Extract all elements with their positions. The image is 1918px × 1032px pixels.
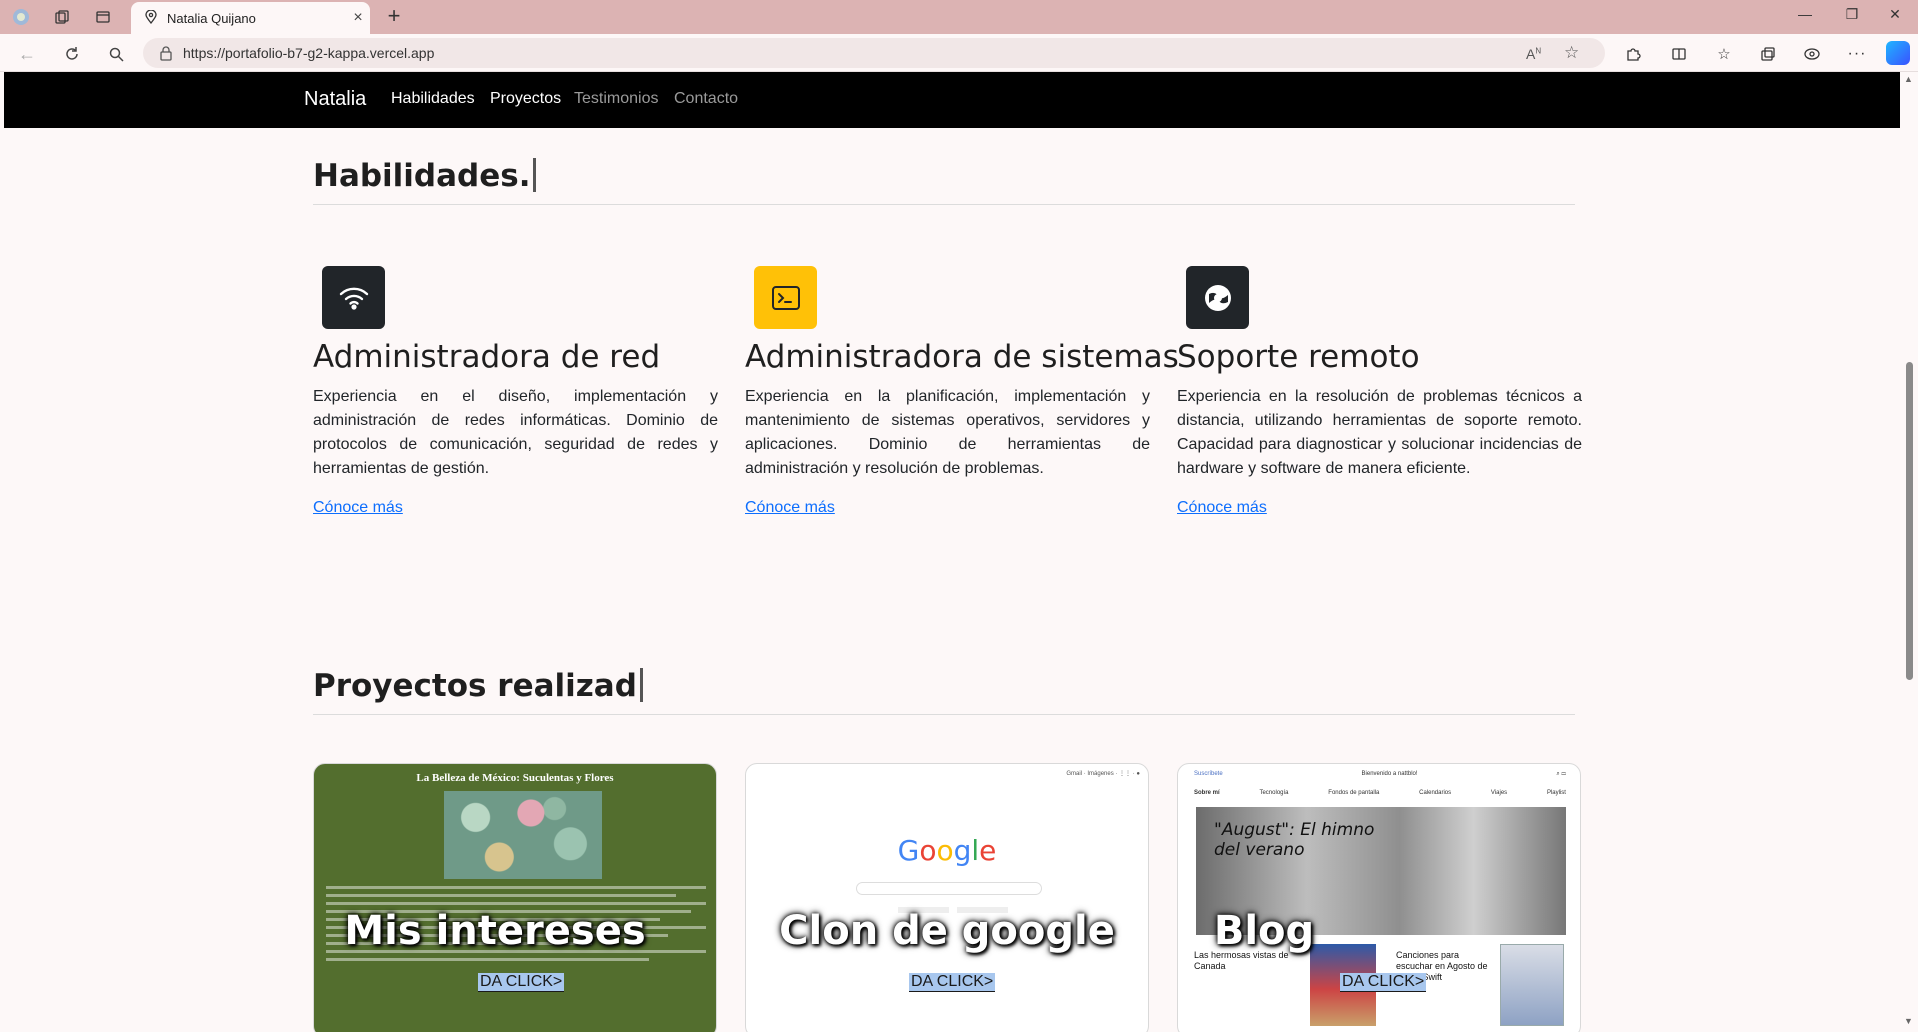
preview-title: "August": El himno del verano: [1214, 820, 1375, 860]
nav-link-contacto[interactable]: Contacto: [674, 90, 738, 108]
read-aloud-icon[interactable]: AN: [1526, 46, 1541, 62]
nav-link-habilidades[interactable]: Habilidades: [391, 90, 475, 108]
globe-remote-icon: [1186, 266, 1249, 329]
nav-link-testimonios[interactable]: Testimonios: [574, 90, 658, 108]
page-viewport: Natalia Habilidades Proyectos Testimonio…: [4, 72, 1900, 1032]
split-screen-icon[interactable]: [1668, 43, 1690, 65]
project-card-google[interactable]: Gmail · Imágenes · ⋮⋮ · ● Google Clon de…: [745, 763, 1149, 1032]
skill-description: Experiencia en la planificación, impleme…: [745, 388, 1150, 477]
refresh-icon[interactable]: [61, 43, 83, 65]
tab-close-icon[interactable]: ×: [346, 9, 370, 27]
url-text: https://portafolio-b7-g2-kappa.vercel.ap…: [183, 45, 435, 61]
site-navbar: Natalia Habilidades Proyectos Testimonio…: [4, 72, 1900, 128]
learn-more-link[interactable]: Cónoce más: [313, 499, 403, 517]
projects-section-title: Proyectos realizad: [313, 668, 643, 704]
scroll-down-icon[interactable]: ▼: [1904, 1016, 1913, 1026]
skill-description: Experiencia en el diseño, implementación…: [313, 388, 718, 477]
project-card-blog[interactable]: Suscríbete Bienvenido a nattblo! ⌕ ▭ Sobre…: [1177, 763, 1581, 1032]
skill-title: Administradora de sistemas: [745, 339, 1179, 375]
new-tab-icon[interactable]: +: [382, 5, 406, 29]
minimize-icon[interactable]: —: [1782, 6, 1828, 28]
project-card-intereses[interactable]: La Belleza de México: Suculentas y Flore…: [313, 763, 717, 1032]
google-logo: Google: [897, 834, 997, 867]
back-icon[interactable]: ←: [16, 43, 38, 65]
skills-section-title: Habilidades.: [313, 158, 537, 194]
section-divider: [313, 714, 1575, 715]
skill-card-network: Administradora de red Experiencia en el …: [313, 266, 718, 517]
project-card-label: Clon de google: [779, 908, 1115, 954]
location-pin-icon: [145, 8, 157, 27]
browser-toolbar: ← https://portafolio-b7-g2-kappa.vercel.…: [0, 34, 1918, 72]
succulents-image: [444, 791, 602, 879]
preview-top-links: Gmail · Imágenes · ⋮⋮ · ●: [1066, 771, 1140, 777]
learn-more-link[interactable]: Cónoce más: [1177, 499, 1267, 517]
more-menu-icon[interactable]: ···: [1846, 43, 1868, 65]
copilot-icon[interactable]: [1886, 41, 1910, 65]
skill-title: Soporte remoto: [1177, 339, 1420, 375]
terminal-icon: [754, 266, 817, 329]
da-click-button[interactable]: DA CLICK>: [478, 973, 565, 992]
profile-icon[interactable]: [10, 7, 32, 27]
preview-search-box: [856, 882, 1042, 895]
favorite-star-icon[interactable]: ☆: [1564, 43, 1579, 63]
typing-caret: [639, 668, 643, 702]
scroll-thumb[interactable]: [1906, 362, 1913, 680]
page-scrollbar[interactable]: ▲ ▼: [1900, 72, 1918, 1032]
lock-icon[interactable]: [159, 45, 173, 64]
browser-essentials-icon[interactable]: [1801, 43, 1823, 65]
wifi-icon: [322, 266, 385, 329]
project-card-label: Mis intereses: [344, 908, 646, 954]
tab-actions-icon[interactable]: [92, 7, 114, 27]
restore-icon[interactable]: ❐: [1829, 6, 1875, 28]
close-window-icon[interactable]: ✕: [1872, 6, 1918, 28]
nav-link-proyectos[interactable]: Proyectos: [490, 90, 561, 108]
navbar-brand[interactable]: Natalia: [304, 88, 366, 111]
preview-blog-header: Suscríbete Bienvenido a nattblo! ⌕ ▭ Sobre…: [1194, 771, 1566, 796]
tab-title: Natalia Quijano: [167, 10, 256, 26]
learn-more-link[interactable]: Cónoce más: [745, 499, 835, 517]
da-click-button[interactable]: DA CLICK>: [909, 973, 996, 992]
favorites-icon[interactable]: ☆: [1713, 43, 1735, 65]
address-bar[interactable]: https://portafolio-b7-g2-kappa.vercel.ap…: [143, 38, 1605, 68]
search-icon[interactable]: [105, 43, 127, 65]
da-click-button[interactable]: DA CLICK>: [1340, 973, 1427, 992]
project-card-label: Blog: [1213, 908, 1315, 954]
workspaces-icon[interactable]: [51, 7, 73, 27]
preview-album-image: [1500, 944, 1564, 1026]
preview-title: La Belleza de México: Suculentas y Flore…: [416, 772, 614, 784]
scroll-up-icon[interactable]: ▲: [1904, 74, 1913, 84]
skill-card-systems: Administradora de sistemas Experiencia e…: [745, 266, 1179, 517]
skill-description: Experiencia en la resolución de problema…: [1177, 388, 1582, 477]
browser-tab[interactable]: Natalia Quijano ×: [131, 2, 370, 34]
collections-icon[interactable]: [1757, 43, 1779, 65]
skill-card-remote-support: Soporte remoto Experiencia en la resoluc…: [1177, 266, 1582, 517]
browser-titlebar: Natalia Quijano × + — ❐ ✕: [0, 0, 1918, 34]
typing-caret: [533, 158, 537, 192]
skill-title: Administradora de red: [313, 339, 661, 375]
extensions-icon[interactable]: [1622, 43, 1644, 65]
section-divider: [313, 204, 1575, 205]
